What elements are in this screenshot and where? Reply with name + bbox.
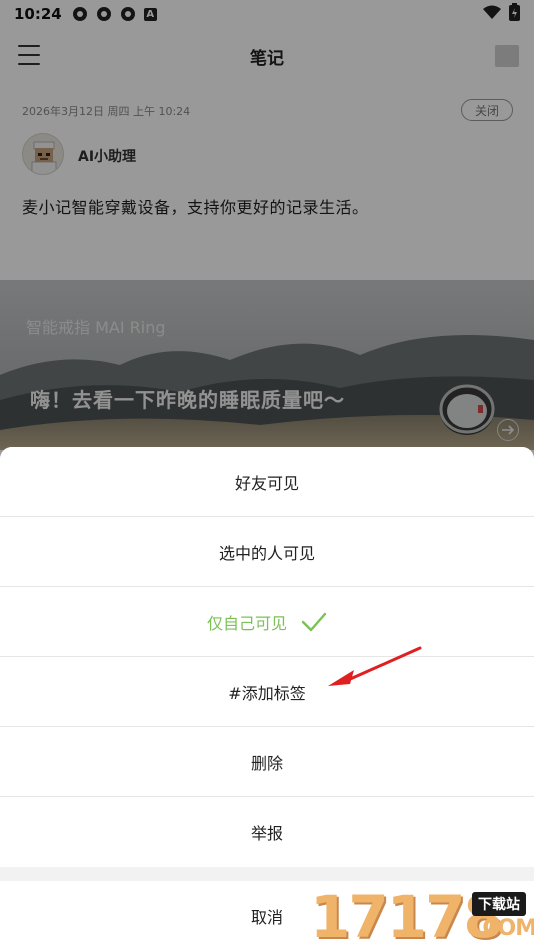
option-friends-visible[interactable]: 好友可见 [0,447,534,517]
option-selected-people-visible[interactable]: 选中的人可见 [0,517,534,587]
action-sheet: 好友可见 选中的人可见 仅自己可见 #添加标签 删除 举报 取消 [0,447,534,950]
cancel-button[interactable]: 取消 [0,881,534,950]
option-only-me-visible[interactable]: 仅自己可见 [0,587,534,657]
option-delete[interactable]: 删除 [0,727,534,797]
option-report[interactable]: 举报 [0,797,534,867]
option-add-tag[interactable]: #添加标签 [0,657,534,727]
checkmark-icon [301,612,327,632]
